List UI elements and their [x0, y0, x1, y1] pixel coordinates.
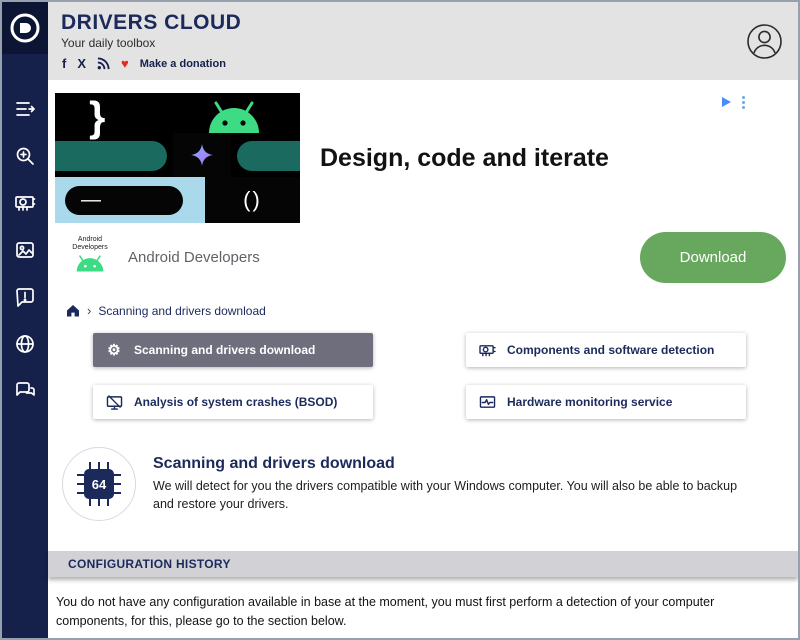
globe-tools-icon[interactable] — [14, 333, 36, 355]
search-icon[interactable] — [14, 145, 36, 167]
configuration-history-title: CONFIGURATION HISTORY — [68, 557, 231, 571]
ad-parens-glyph: () — [243, 187, 262, 213]
donation-link[interactable]: Make a donation — [140, 58, 226, 70]
android-head-icon — [203, 99, 265, 135]
ad-headline: Design, code and iterate — [320, 144, 609, 173]
sparkle-icon — [189, 142, 215, 168]
ad-footer: Android Developers Android Developers Do… — [62, 228, 786, 286]
feature-title: Scanning and drivers download — [153, 455, 754, 473]
android-logo-icon — [74, 254, 106, 273]
history-empty-message: You do not have any configuration availa… — [56, 593, 760, 632]
ad-parens-tile: () — [205, 177, 300, 223]
button-hardware-monitoring[interactable]: Hardware monitoring service — [466, 385, 746, 419]
ad-stripe-teal-right — [237, 141, 300, 171]
ad-brace-glyph: } — [89, 93, 105, 141]
feature-text: Scanning and drivers download We will de… — [153, 447, 754, 513]
page-header: DRIVERS CLOUD Your daily toolbox f X ♥ M… — [48, 2, 798, 80]
button-label: Hardware monitoring service — [507, 395, 672, 409]
ad-sparkle-tile — [173, 133, 231, 177]
breadcrumb-separator: › — [87, 303, 91, 318]
cpu-64-badge: 64 — [62, 447, 136, 521]
app-window: DRIVERS CLOUD Your daily toolbox f X ♥ M… — [0, 0, 800, 640]
sidebar-nav — [14, 54, 36, 402]
button-label: Analysis of system crashes (BSOD) — [134, 395, 337, 409]
main-content: } — () — [48, 80, 798, 638]
user-account-icon[interactable] — [746, 23, 783, 60]
ad-banner[interactable]: } — () — [55, 93, 753, 223]
button-scanning-drivers[interactable]: ⚙ Scanning and drivers download — [93, 333, 373, 367]
ad-dash-pill: — — [65, 186, 183, 215]
scan-menu-icon[interactable] — [14, 98, 36, 120]
section-buttons: ⚙ Scanning and drivers download Componen… — [93, 333, 746, 419]
alert-bubble-icon[interactable] — [14, 286, 36, 308]
button-components-detection[interactable]: Components and software detection — [466, 333, 746, 367]
app-title: DRIVERS CLOUD — [61, 11, 798, 35]
heart-icon[interactable]: ♥ — [121, 57, 129, 70]
content-column: DRIVERS CLOUD Your daily toolbox f X ♥ M… — [48, 2, 798, 638]
cpu-chip-icon: 64 — [75, 460, 123, 508]
ad-dash-glyph: — — [81, 189, 101, 212]
button-bsod-analysis[interactable]: Analysis of system crashes (BSOD) — [93, 385, 373, 419]
breadcrumb: › Scanning and drivers download — [66, 303, 798, 318]
drivers-cloud-logo-icon — [9, 12, 41, 44]
forum-chat-icon[interactable] — [14, 380, 36, 402]
gpu-card-icon[interactable] — [14, 192, 36, 214]
ad-stripe-teal-left — [55, 141, 167, 171]
configuration-history-header: CONFIGURATION HISTORY — [48, 551, 798, 577]
advertiser-logo-caption: Android Developers — [62, 236, 118, 253]
x-twitter-icon[interactable]: X — [77, 57, 86, 70]
download-button[interactable]: Download — [640, 232, 786, 283]
home-icon[interactable] — [66, 304, 80, 317]
screenshot-icon[interactable] — [14, 239, 36, 261]
rss-icon[interactable] — [97, 57, 110, 70]
breadcrumb-current: Scanning and drivers download — [98, 304, 265, 318]
ad-options-icon[interactable] — [742, 96, 745, 109]
adchoices-icon[interactable] — [722, 97, 731, 107]
feature-section: 64 Scanning and drivers download We will… — [62, 447, 754, 521]
feature-description: We will detect for you the drivers compa… — [153, 477, 754, 513]
app-logo[interactable] — [2, 2, 48, 54]
social-row: f X ♥ Make a donation — [62, 57, 798, 70]
crashed-screen-icon — [105, 395, 123, 410]
app-subtitle: Your daily toolbox — [61, 36, 798, 50]
advertiser-name[interactable]: Android Developers — [128, 249, 260, 266]
gear-icon: ⚙ — [105, 341, 123, 359]
facebook-icon[interactable]: f — [62, 57, 66, 70]
button-label: Scanning and drivers download — [134, 343, 315, 357]
advertiser-logo[interactable]: Android Developers — [62, 236, 118, 279]
button-label: Components and software detection — [507, 343, 714, 357]
gpu-card-icon — [478, 343, 496, 358]
svg-text:64: 64 — [92, 477, 107, 492]
ad-artwork: } — () — [55, 93, 300, 223]
sidebar — [2, 2, 48, 638]
monitoring-screen-icon — [478, 395, 496, 410]
